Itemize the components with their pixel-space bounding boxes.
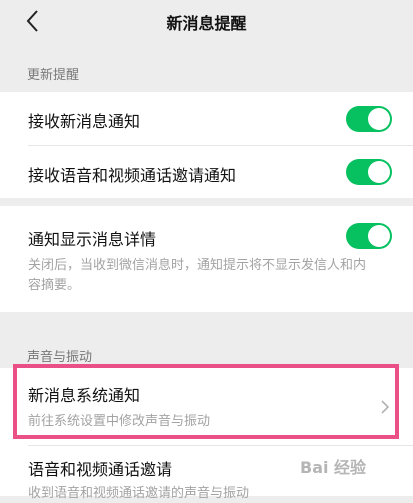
toggle-show-detail[interactable] — [346, 223, 392, 249]
detail-card: 通知显示消息详情 关闭后，当收到微信消息时，通知提示将不显示发信人和内 容摘要。 — [0, 206, 413, 312]
update-card: 接收新消息通知 接收语音和视频通话邀请通知 — [0, 92, 413, 198]
row-label-show-detail: 通知显示消息详情 — [28, 230, 157, 249]
row-label-new-message: 接收新消息通知 — [28, 112, 141, 131]
row-label-call-invite: 接收语音和视频通话邀请通知 — [28, 166, 237, 185]
detail-description-line2: 容摘要。 — [28, 278, 81, 293]
row-label-system-notification: 新消息系统通知 — [28, 386, 141, 405]
section-heading-sound: 声音与振动 — [27, 350, 93, 365]
chevron-right-icon — [381, 400, 390, 414]
page-title: 新消息提醒 — [166, 14, 247, 33]
watermark-logo: Bai 经验 — [300, 458, 367, 477]
section-heading-update: 更新提醒 — [27, 68, 80, 83]
toggle-new-message[interactable] — [346, 106, 392, 132]
row-label-call-invite-sound: 语音和视频通话邀请 — [28, 460, 173, 479]
row-desc-system-notification: 前往系统设置中修改声音与振动 — [28, 414, 211, 429]
row-desc-call-invite-sound: 收到语音和视频通话邀请的声音与振动 — [28, 486, 250, 501]
detail-description-line1: 关闭后，当收到微信消息时，通知提示将不显示发信人和内 — [28, 258, 367, 273]
list-item-system-notification[interactable]: 新消息系统通知 前往系统设置中修改声音与振动 — [0, 368, 413, 438]
toggle-call-invite[interactable] — [346, 159, 392, 185]
divider — [28, 145, 413, 146]
nav-bar: 新消息提醒 — [0, 0, 413, 44]
